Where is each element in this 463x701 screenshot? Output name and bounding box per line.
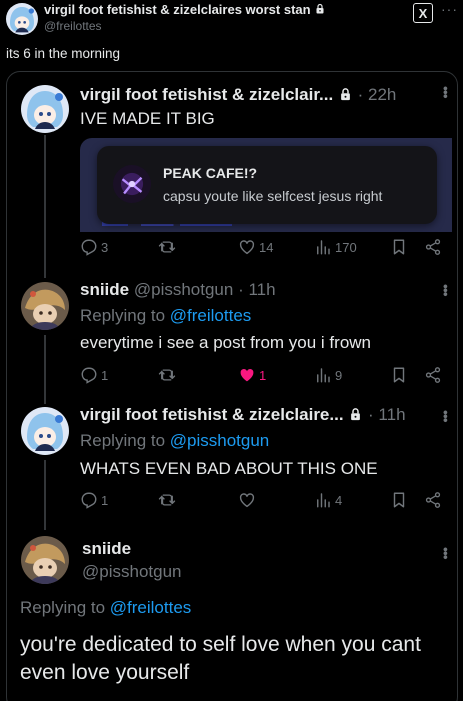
- view-count: 9: [335, 367, 343, 383]
- like-count: 14: [259, 239, 274, 255]
- reply-button[interactable]: 1: [80, 491, 108, 509]
- reply-count: 1: [101, 367, 109, 383]
- like-button[interactable]: 14: [238, 238, 273, 256]
- notification-body: capsu youte like selfcest jesus right: [163, 188, 383, 204]
- heart-icon: [238, 238, 256, 256]
- post-author-name-text: sniide: [80, 280, 130, 299]
- lock-icon: [348, 407, 363, 422]
- quote-header: virgil foot fetishist & zizelclaires wor…: [0, 0, 463, 42]
- like-button[interactable]: 1: [238, 366, 266, 384]
- replying-to-link[interactable]: @freilottes: [110, 598, 192, 617]
- views-icon: [314, 366, 332, 384]
- post-author-name-text: virgil foot fetishist & zizelclair...: [80, 85, 334, 104]
- post-timestamp[interactable]: · 22h: [358, 85, 397, 104]
- author-handle[interactable]: @freilottes: [44, 19, 102, 33]
- repost-icon: [158, 366, 176, 384]
- repost-icon: [158, 491, 176, 509]
- post-handle-timestamp[interactable]: @pisshotgun · 11h: [134, 280, 276, 299]
- post-avatar[interactable]: [21, 282, 69, 330]
- share-button[interactable]: [424, 491, 442, 509]
- reply-icon: [80, 491, 98, 509]
- bookmark-icon: [390, 366, 408, 384]
- author-display-name[interactable]: virgil foot fetishist & zizelclaires wor…: [44, 2, 326, 17]
- views-icon: [314, 491, 332, 509]
- heart-filled-icon: [238, 366, 256, 384]
- replying-to-link[interactable]: @freilottes: [170, 306, 252, 325]
- repost-button[interactable]: [158, 366, 176, 384]
- post-text: everytime i see a post from you i frown: [80, 333, 372, 352]
- post-timestamp[interactable]: · 11h: [368, 405, 406, 424]
- main-post-more-icon[interactable]: •••: [438, 547, 454, 559]
- bookmark-button[interactable]: [390, 366, 408, 384]
- views-button[interactable]: 170: [314, 238, 357, 256]
- share-icon: [424, 491, 442, 509]
- bookmark-icon: [390, 238, 408, 256]
- post-author-name[interactable]: virgil foot fetishist & zizelclaire... ·…: [80, 405, 406, 425]
- views-icon: [314, 238, 332, 256]
- share-icon: [424, 238, 442, 256]
- post-text: IVE MADE IT BIG: [80, 109, 215, 128]
- post-avatar[interactable]: [21, 407, 69, 455]
- replying-to: Replying to @freilottes: [80, 306, 251, 326]
- more-options-icon[interactable]: ···: [441, 1, 458, 17]
- share-button[interactable]: [424, 366, 442, 384]
- author-avatar[interactable]: [6, 3, 38, 35]
- x-logo-icon[interactable]: X: [413, 3, 433, 23]
- post-actions: 3 14 170: [80, 238, 450, 260]
- replying-to-label: Replying to: [80, 306, 170, 325]
- like-count: 1: [259, 367, 267, 383]
- main-post-avatar[interactable]: [21, 536, 69, 584]
- post-more-icon[interactable]: •••: [438, 410, 454, 422]
- reply-button[interactable]: 1: [80, 366, 108, 384]
- thread-line: [44, 460, 46, 530]
- share-icon: [424, 366, 442, 384]
- media-notification-card: PEAK CAFE!? capsu youte like selfcest je…: [97, 146, 437, 224]
- replying-to: Replying to @pisshotgun: [80, 431, 269, 451]
- repost-button[interactable]: [158, 238, 176, 256]
- main-post-handle[interactable]: @pisshotgun: [82, 562, 182, 582]
- lock-icon: [314, 3, 326, 15]
- main-post-text-line-1: you're dedicated to self love when you c…: [20, 633, 421, 656]
- views-button[interactable]: 9: [314, 366, 342, 384]
- thread-line: [44, 335, 46, 404]
- post-author-name[interactable]: virgil foot fetishist & zizelclair... · …: [80, 85, 396, 105]
- share-button[interactable]: [424, 238, 442, 256]
- view-count: 170: [335, 239, 357, 255]
- reply-count: 1: [101, 492, 109, 508]
- post-author-name-text: virgil foot fetishist & zizelclaire...: [80, 405, 344, 424]
- post-actions: 1 1 9: [80, 366, 450, 388]
- notification-title: PEAK CAFE!?: [163, 165, 258, 181]
- reply-count: 3: [101, 239, 109, 255]
- replying-to-label: Replying to: [80, 431, 170, 450]
- replying-to-link[interactable]: @pisshotgun: [170, 431, 270, 450]
- post-text: WHATS EVEN BAD ABOUT THIS ONE: [80, 459, 378, 478]
- heart-icon: [238, 491, 256, 509]
- thread-line: [44, 135, 46, 278]
- bookmark-icon: [390, 491, 408, 509]
- post-more-icon[interactable]: •••: [438, 86, 454, 98]
- repost-button[interactable]: [158, 491, 176, 509]
- post-more-icon[interactable]: •••: [438, 284, 454, 296]
- lock-icon: [338, 87, 353, 102]
- main-post-author-name[interactable]: sniide: [82, 539, 131, 559]
- bookmark-button[interactable]: [390, 238, 408, 256]
- reply-button[interactable]: 3: [80, 238, 108, 256]
- replying-to-label: Replying to: [20, 598, 110, 617]
- bookmark-button[interactable]: [390, 491, 408, 509]
- notification-avatar: [113, 165, 151, 203]
- quote-caption: its 6 in the morning: [6, 46, 121, 61]
- post-avatar[interactable]: [21, 85, 69, 133]
- main-post-text-line-2: even love yourself: [20, 661, 190, 684]
- author-name-text: virgil foot fetishist & zizelclaires wor…: [44, 2, 311, 17]
- reply-icon: [80, 366, 98, 384]
- like-button[interactable]: [238, 491, 256, 509]
- main-replying-to: Replying to @freilottes: [20, 598, 191, 618]
- view-count: 4: [335, 492, 343, 508]
- reply-icon: [80, 238, 98, 256]
- post-actions: 1 4: [80, 491, 450, 513]
- repost-icon: [158, 238, 176, 256]
- views-button[interactable]: 4: [314, 491, 342, 509]
- post-author-name[interactable]: sniide @pisshotgun · 11h: [80, 280, 276, 300]
